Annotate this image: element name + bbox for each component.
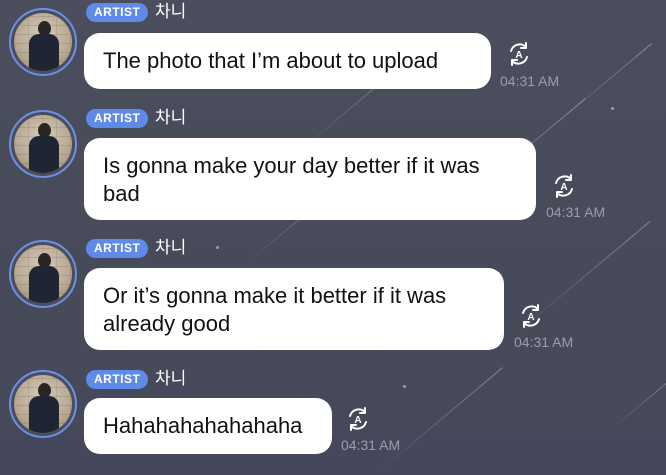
- translate-icon[interactable]: A: [505, 40, 533, 68]
- artist-badge: ARTIST: [86, 3, 149, 22]
- artist-avatar[interactable]: [9, 370, 77, 438]
- translate-icon[interactable]: A: [517, 302, 545, 330]
- timestamp: 04:31 AM: [500, 73, 560, 89]
- message-bubble: Is gonna make your day better if it was …: [84, 138, 536, 220]
- svg-text:A: A: [527, 312, 534, 323]
- artist-badge: ARTIST: [86, 239, 149, 258]
- svg-text:A: A: [560, 182, 567, 193]
- artist-badge: ARTIST: [86, 109, 149, 128]
- message-bubble: Hahahahahahahaha: [84, 398, 332, 454]
- sender-name: 차니: [155, 108, 187, 127]
- message-bubble: Or it’s gonna make it better if it was a…: [84, 268, 504, 350]
- timestamp: 04:31 AM: [546, 204, 606, 220]
- translate-icon[interactable]: A: [550, 172, 578, 200]
- artist-badge: ARTIST: [86, 370, 149, 389]
- translate-icon[interactable]: A: [344, 405, 372, 433]
- artist-avatar[interactable]: [9, 110, 77, 178]
- timestamp: 04:31 AM: [341, 437, 401, 453]
- sender-name: 차니: [155, 2, 187, 21]
- message-bubble: The photo that I’m about to upload: [84, 33, 491, 89]
- sender-name: 차니: [155, 369, 187, 388]
- svg-text:A: A: [515, 50, 522, 61]
- artist-avatar[interactable]: [9, 8, 77, 76]
- svg-text:A: A: [354, 415, 361, 426]
- artist-avatar[interactable]: [9, 240, 77, 308]
- sender-name: 차니: [155, 238, 187, 257]
- timestamp: 04:31 AM: [514, 334, 574, 350]
